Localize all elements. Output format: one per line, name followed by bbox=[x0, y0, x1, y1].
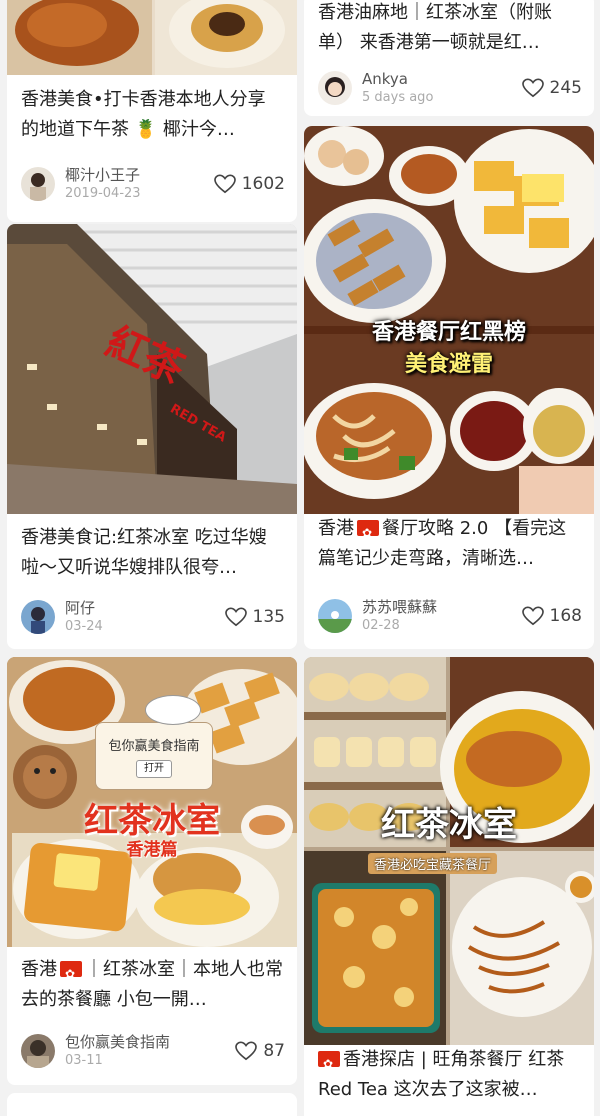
like-button[interactable]: 87 bbox=[235, 1041, 285, 1061]
author-name[interactable]: 包你赢美食指南 bbox=[65, 1033, 170, 1052]
note-card[interactable]: 包你赢美食指南 打开 红茶冰室 香港篇 香港｜红茶冰室｜本地人也常去的茶餐廳 小… bbox=[7, 657, 297, 1085]
note-thumbnail[interactable]: 红茶冰室 香港必吃宝藏茶餐厅 bbox=[304, 657, 594, 1045]
note-card[interactable]: 紅茶 RED TEA 香港美食记:红茶冰室 吃过华嫂啦～又听说华嫂排队很夸… 阿… bbox=[7, 224, 297, 649]
post-date: 02-28 bbox=[362, 618, 400, 633]
note-thumbnail[interactable] bbox=[7, 0, 297, 75]
hk-flag-icon bbox=[60, 959, 82, 989]
note-title[interactable]: 香港美食记:红茶冰室 吃过华嫂啦～又听说华嫂排队很夸… bbox=[7, 523, 297, 583]
avatar[interactable] bbox=[318, 599, 352, 633]
heart-icon bbox=[521, 78, 544, 98]
avatar[interactable] bbox=[318, 71, 352, 105]
like-button[interactable]: 135 bbox=[224, 607, 285, 627]
note-meta: 包你赢美食指南 03-11 87 bbox=[21, 1031, 285, 1071]
note-card[interactable] bbox=[7, 1093, 297, 1116]
image-title: 红茶冰室 bbox=[381, 805, 517, 845]
cat-mascot-icon bbox=[145, 695, 201, 725]
like-button[interactable]: 245 bbox=[521, 78, 582, 98]
post-date: 03-24 bbox=[65, 619, 103, 634]
image-subtitle: 美食避雷 bbox=[404, 352, 493, 377]
post-date: 5 days ago bbox=[362, 90, 434, 105]
post-date: 2019-04-23 bbox=[65, 186, 141, 201]
heart-icon bbox=[213, 174, 236, 194]
like-button[interactable]: 168 bbox=[521, 606, 582, 626]
note-title[interactable]: 香港餐厅攻略 2.0 【看完这篇笔记少走弯路，清晰选… bbox=[304, 514, 594, 574]
note-meta: 阿仔 03-24 135 bbox=[21, 597, 285, 637]
note-meta: 椰汁小王子 2019-04-23 1602 bbox=[21, 164, 285, 204]
hk-flag-icon bbox=[357, 518, 379, 548]
title-text: 香港探店 | 旺角茶餐厅 红茶 Red Tea 这次去了这家被… bbox=[318, 1049, 565, 1100]
avatar[interactable] bbox=[21, 600, 55, 634]
title-text: 餐厅攻略 2.0 【看完这篇笔记少走弯路，清晰选… bbox=[318, 518, 567, 569]
like-count: 168 bbox=[549, 606, 582, 626]
image-title: 香港餐厅红黑榜 bbox=[371, 320, 526, 345]
author-name[interactable]: 苏苏喂蘇蘇 bbox=[362, 598, 437, 617]
note-card[interactable]: 红茶冰室 香港必吃宝藏茶餐厅 香港探店 | 旺角茶餐厅 红茶 Red Tea 这… bbox=[304, 657, 594, 1116]
note-thumbnail[interactable]: 香港餐厅红黑榜 美食避雷 bbox=[304, 126, 594, 514]
heart-icon bbox=[224, 607, 247, 627]
post-date: 03-11 bbox=[65, 1053, 103, 1068]
heart-icon bbox=[521, 606, 544, 626]
author-name[interactable]: 阿仔 bbox=[65, 599, 103, 618]
note-title[interactable]: 香港油麻地｜红茶冰室（附账单） 来香港第一顿就是红… bbox=[304, 0, 594, 58]
note-title[interactable]: 香港｜红茶冰室｜本地人也常去的茶餐廳 小包一開… bbox=[7, 955, 297, 1015]
author-name[interactable]: 椰汁小王子 bbox=[65, 166, 141, 185]
promo-banner-text: 包你赢美食指南 bbox=[108, 739, 200, 754]
promo-banner: 包你赢美食指南 打开 bbox=[95, 722, 213, 790]
open-button[interactable]: 打开 bbox=[136, 760, 172, 778]
author-name[interactable]: Ankya bbox=[362, 70, 433, 89]
like-count: 1602 bbox=[241, 174, 285, 194]
note-meta: Ankya 5 days ago 245 bbox=[318, 68, 582, 108]
note-meta: 苏苏喂蘇蘇 02-28 168 bbox=[318, 596, 582, 636]
note-card[interactable]: 香港美食•打卡香港本地人分享的地道下午茶 🍍 椰汁今… 椰汁小王子 2019-0… bbox=[7, 0, 297, 222]
like-button[interactable]: 1602 bbox=[213, 174, 285, 194]
note-card[interactable]: 香港油麻地｜红茶冰室（附账单） 来香港第一顿就是红… Ankya 5 days … bbox=[304, 0, 594, 116]
note-card[interactable]: 香港餐厅红黑榜 美食避雷 香港餐厅攻略 2.0 【看完这篇笔记少走弯路，清晰选…… bbox=[304, 126, 594, 649]
note-title[interactable]: 香港探店 | 旺角茶餐厅 红茶 Red Tea 这次去了这家被… bbox=[304, 1045, 594, 1105]
like-count: 87 bbox=[263, 1041, 285, 1061]
note-title[interactable]: 香港美食•打卡香港本地人分享的地道下午茶 🍍 椰汁今… bbox=[7, 85, 297, 145]
hk-flag-icon bbox=[318, 1049, 340, 1079]
note-thumbnail[interactable]: 包你赢美食指南 打开 红茶冰室 香港篇 bbox=[7, 657, 297, 947]
title-prefix: 香港 bbox=[318, 518, 354, 539]
avatar[interactable] bbox=[21, 1034, 55, 1068]
heart-icon bbox=[235, 1041, 258, 1061]
image-subtitle: 香港必吃宝藏茶餐厅 bbox=[368, 853, 498, 874]
title-prefix: 香港 bbox=[21, 959, 57, 980]
like-count: 135 bbox=[252, 607, 285, 627]
like-count: 245 bbox=[549, 78, 582, 98]
avatar[interactable] bbox=[21, 167, 55, 201]
image-subtitle: 香港篇 bbox=[126, 840, 178, 860]
note-thumbnail[interactable]: 紅茶 RED TEA bbox=[7, 224, 297, 514]
